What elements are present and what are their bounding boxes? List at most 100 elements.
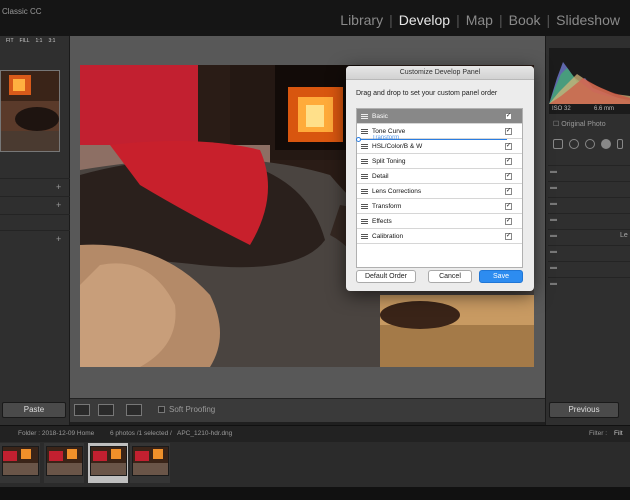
filmstrip-thumbnail[interactable]: [46, 446, 83, 476]
collapse-indicator-icon: ▬: [550, 232, 557, 239]
zoom-fill[interactable]: FILL: [20, 38, 30, 44]
panel-visible-checkbox[interactable]: ✓: [505, 203, 512, 210]
module-bar: Classic CC Library | Develop | Map | Boo…: [0, 0, 630, 36]
histogram[interactable]: [549, 48, 630, 114]
panel-label: Split Toning: [372, 158, 406, 165]
zoom-3-1[interactable]: 3:1: [48, 38, 55, 44]
collapsed-panel-header[interactable]: ▬: [548, 261, 630, 275]
filmstrip-thumbnail-selected[interactable]: [90, 446, 127, 476]
collapse-indicator-icon: ▬: [550, 216, 557, 223]
brush-icon[interactable]: [617, 139, 623, 149]
collapsed-panel-header[interactable]: ▬: [548, 181, 630, 195]
panel-label: Lens Corrections: [372, 188, 422, 195]
before-after-split-icon[interactable]: [126, 404, 142, 416]
panel-label: Transform: [372, 203, 402, 210]
drop-indicator-dot: [356, 137, 361, 142]
panel-order-list: Basic ✓ Tone Curve ✓ HSL/Color/B & W ✓ S…: [356, 108, 523, 268]
module-library[interactable]: Library: [334, 12, 389, 28]
collapse-indicator-icon: ▬: [550, 200, 557, 207]
collapse-indicator-icon: ▬: [550, 264, 557, 271]
panel-divider: [0, 196, 70, 197]
develop-tool-strip: [549, 133, 630, 155]
drag-ghost-label: Transform: [372, 135, 400, 141]
thumbnail-image: [47, 447, 82, 475]
drag-handle-icon[interactable]: [361, 129, 368, 134]
panel-row-basic[interactable]: Basic ✓: [357, 109, 522, 124]
filmstrip-thumbnail[interactable]: [2, 446, 39, 476]
drag-handle-icon[interactable]: [361, 219, 368, 224]
module-book[interactable]: Book: [503, 12, 547, 28]
collapsed-panel-header[interactable]: ▬ Le: [548, 229, 630, 243]
customize-develop-panel-dialog: Customize Develop Panel Drag and drop to…: [346, 66, 534, 291]
previous-button[interactable]: Previous: [549, 402, 619, 418]
default-order-button[interactable]: Default Order: [356, 270, 416, 283]
histogram-focal-length: 6.6 mm: [594, 106, 615, 112]
drag-handle-icon[interactable]: [361, 204, 368, 209]
panel-visible-checkbox[interactable]: ✓: [505, 188, 512, 195]
panel-row-transform[interactable]: Transform ✓: [357, 199, 522, 214]
panel-row-hsl[interactable]: HSL/Color/B & W ✓: [357, 139, 522, 154]
loupe-view-icon[interactable]: [74, 404, 90, 416]
panel-label: HSL/Color/B & W: [372, 143, 423, 150]
panel-row-split-toning[interactable]: Split Toning ✓: [357, 154, 522, 169]
before-after-icon[interactable]: [98, 404, 114, 416]
panel-visible-checkbox[interactable]: ✓: [505, 218, 512, 225]
panel-label: Detail: [372, 173, 389, 180]
soft-proofing-checkbox[interactable]: [158, 406, 165, 413]
drag-handle-icon[interactable]: [361, 189, 368, 194]
navigator-preview-image: [1, 71, 59, 151]
panel-visible-checkbox[interactable]: ✓: [505, 158, 512, 165]
zoom-1-1[interactable]: 1:1: [36, 38, 43, 44]
panel-row-effects[interactable]: Effects ✓: [357, 214, 522, 229]
module-develop[interactable]: Develop: [393, 12, 456, 28]
crop-tool-icon[interactable]: [553, 139, 563, 149]
panel-visible-checkbox[interactable]: ✓: [505, 143, 512, 150]
drag-handle-icon[interactable]: [361, 114, 368, 119]
panel-row-calibration[interactable]: Calibration ✓: [357, 229, 522, 244]
panel-row-lens-corrections[interactable]: Lens Corrections ✓: [357, 184, 522, 199]
folder-source[interactable]: Folder : 2018-12-09 Home: [18, 430, 94, 437]
module-map[interactable]: Map: [460, 12, 499, 28]
filter-label: Filter :: [589, 430, 608, 437]
selected-filename[interactable]: APC_1210-hdr.dng: [177, 430, 232, 437]
drag-handle-icon[interactable]: [361, 159, 368, 164]
checkbox-icon: ☐: [553, 121, 560, 128]
histogram-graph: [549, 48, 630, 114]
drag-handle-icon[interactable]: [361, 174, 368, 179]
panel-label-partial: Le: [620, 232, 628, 239]
collapsed-panel-header[interactable]: ▬: [548, 245, 630, 259]
panel-row-detail[interactable]: Detail ✓: [357, 169, 522, 184]
collapse-indicator-icon: ▬: [550, 184, 557, 191]
module-slideshow[interactable]: Slideshow: [550, 12, 626, 28]
filmstrip-thumbnail[interactable]: [132, 446, 169, 476]
red-eye-icon[interactable]: [585, 139, 595, 149]
dialog-title: Customize Develop Panel: [346, 66, 534, 80]
collapsed-panel-header[interactable]: ▬: [548, 165, 630, 179]
drag-handle-icon[interactable]: [361, 144, 368, 149]
panel-visible-checkbox[interactable]: ✓: [505, 233, 512, 240]
navigator-preview[interactable]: [0, 70, 60, 152]
soft-proofing-label: Soft Proofing: [169, 405, 216, 414]
paste-button[interactable]: Paste: [2, 402, 66, 418]
collapsed-panel-header[interactable]: ▬: [548, 197, 630, 211]
panel-divider: [0, 178, 70, 179]
collapsed-panel-header[interactable]: ▬: [548, 213, 630, 227]
panel-visible-checkbox[interactable]: ✓: [505, 128, 512, 135]
drag-handle-icon[interactable]: [361, 234, 368, 239]
save-button[interactable]: Save: [479, 270, 523, 283]
collapse-indicator-icon: ▬: [550, 280, 557, 287]
original-photo-toggle[interactable]: ☐ Original Photo: [553, 120, 606, 128]
graduated-filter-icon[interactable]: [601, 139, 611, 149]
collapse-indicator-icon: ▬: [550, 248, 557, 255]
cancel-button[interactable]: Cancel: [428, 270, 472, 283]
collapsed-panel-header[interactable]: ▬: [548, 277, 630, 291]
zoom-fit[interactable]: FIT: [6, 38, 14, 44]
bottom-edge: [0, 487, 630, 500]
panel-visible-checkbox[interactable]: ✓: [505, 173, 512, 180]
app-brand: Classic CC: [2, 7, 42, 16]
filter-dropdown[interactable]: Filt: [614, 430, 623, 437]
panel-visible-checkbox[interactable]: ✓: [505, 113, 512, 120]
thumbnail-image: [133, 447, 168, 475]
spot-removal-icon[interactable]: [569, 139, 579, 149]
soft-proofing-toggle[interactable]: Soft Proofing: [158, 405, 215, 414]
